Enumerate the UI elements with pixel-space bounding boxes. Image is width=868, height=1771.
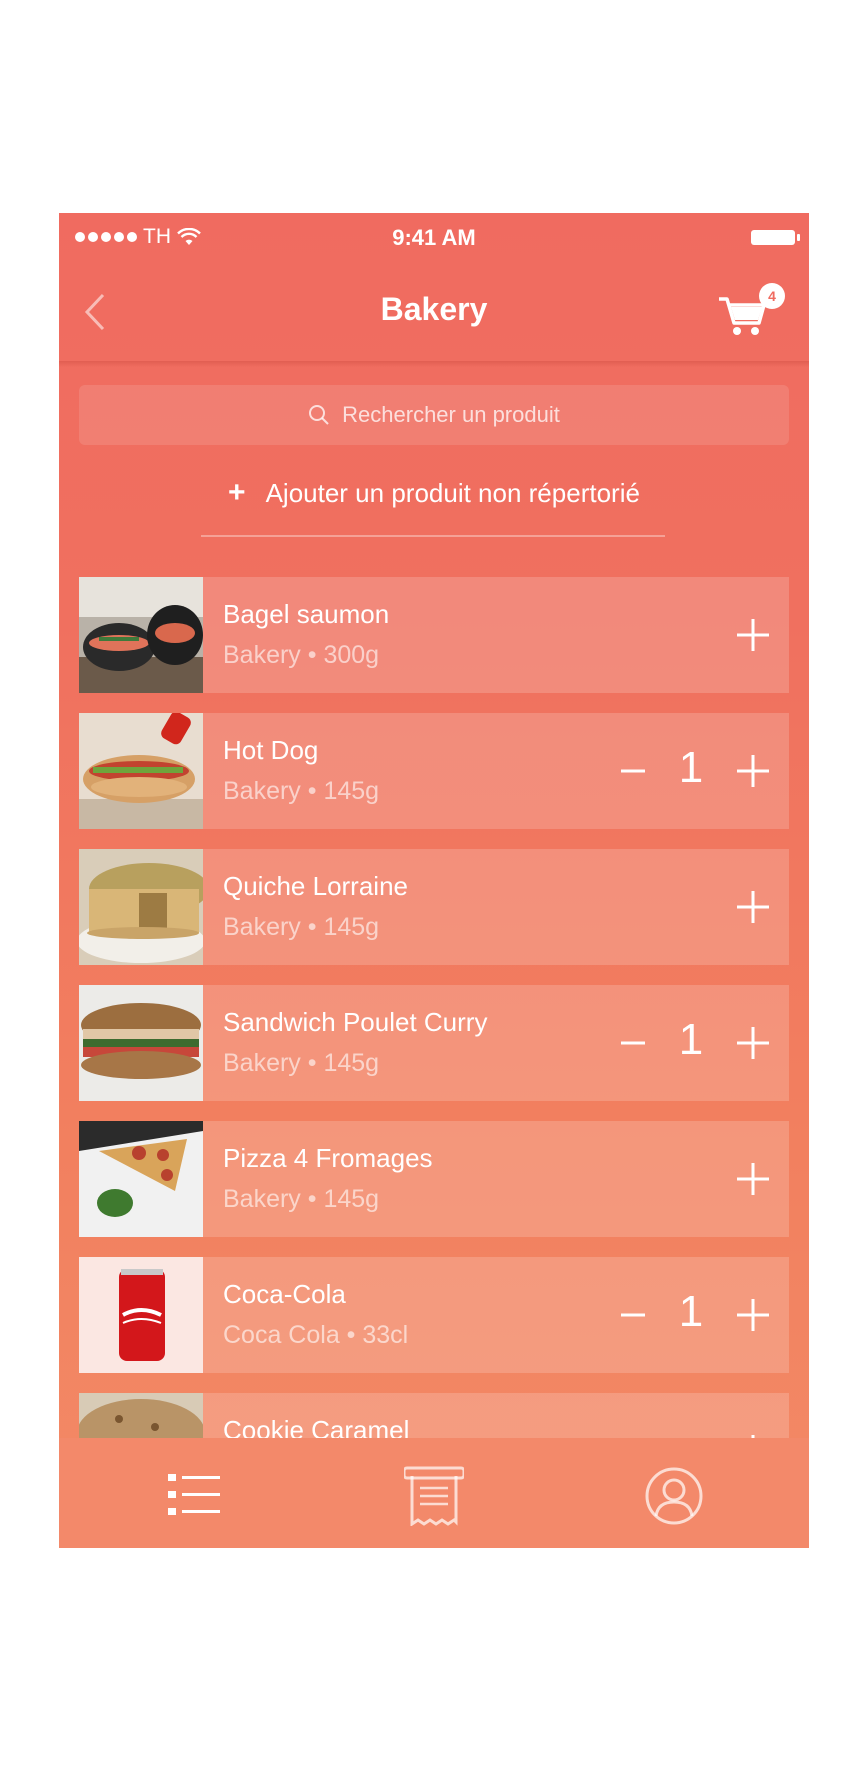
add-unlisted-label: Ajouter un produit non répertorié <box>265 477 640 508</box>
product-name: Hot Dog <box>223 735 319 765</box>
battery-icon <box>751 230 800 245</box>
cart-button[interactable]: 4 <box>717 279 787 343</box>
product-name: Pizza 4 Fromages <box>223 1143 433 1173</box>
product-meta: Bakery • 300g <box>223 641 380 669</box>
navigation-bar: Bakery 4 <box>59 259 809 361</box>
cart-count-badge: 4 <box>759 283 785 309</box>
product-meta: Bakery • 145g <box>223 777 380 805</box>
app-screen: TH 9:41 AM Bakery 4 Rechercher un produi… <box>59 213 809 1548</box>
navbar-shadow <box>59 361 809 367</box>
product-meta: Bakery • 145g <box>223 1049 380 1077</box>
add-quantity-button[interactable] <box>731 1293 775 1337</box>
quantity-value: 1 <box>678 743 704 792</box>
add-quantity-button[interactable] <box>731 885 775 929</box>
add-unlisted-product-link[interactable]: + Ajouter un produit non répertorié <box>59 473 809 513</box>
product-image-hotdog <box>79 713 203 829</box>
remove-quantity-button[interactable] <box>611 1021 655 1065</box>
clock: 9:41 AM <box>392 225 476 250</box>
add-icon: + <box>228 476 246 509</box>
product-image-pizza <box>79 1121 203 1237</box>
product-name: Sandwich Poulet Curry <box>223 1007 488 1037</box>
divider <box>201 535 665 537</box>
product-row[interactable]: Pizza 4 Fromages Bakery • 145g <box>79 1121 789 1237</box>
product-image-sandwich <box>79 985 203 1101</box>
product-meta: Bakery • 145g <box>223 1185 380 1213</box>
add-quantity-button[interactable] <box>731 749 775 793</box>
search-icon <box>309 405 329 425</box>
product-name: Coca-Cola <box>223 1279 346 1309</box>
receipt-icon[interactable] <box>404 1466 464 1526</box>
add-quantity-button[interactable] <box>731 613 775 657</box>
page-title: Bakery <box>380 291 488 327</box>
add-quantity-button[interactable] <box>731 1021 775 1065</box>
search-placeholder: Rechercher un produit <box>342 402 560 427</box>
product-meta: Coca Cola • 33cl <box>223 1321 409 1349</box>
product-image-cola-can <box>79 1257 203 1373</box>
remove-quantity-button[interactable] <box>611 1293 655 1337</box>
status-bar: TH 9:41 AM <box>59 213 809 259</box>
product-name: Bagel saumon <box>223 599 390 629</box>
add-quantity-button[interactable] <box>731 1157 775 1201</box>
product-meta: Bakery • 145g <box>223 913 380 941</box>
product-image-quiche <box>79 849 203 965</box>
product-name: Quiche Lorraine <box>223 871 408 901</box>
product-row[interactable]: Hot Dog Bakery • 145g 1 <box>79 713 789 829</box>
product-row[interactable]: Quiche Lorraine Bakery • 145g <box>79 849 789 965</box>
list-icon[interactable] <box>164 1466 224 1526</box>
quantity-value: 1 <box>678 1287 704 1336</box>
profile-icon[interactable] <box>644 1466 704 1526</box>
product-row[interactable]: Bagel saumon Bakery • 300g <box>79 577 789 693</box>
product-row[interactable]: Coca-Cola Coca Cola • 33cl 1 <box>79 1257 789 1373</box>
tab-bar <box>59 1438 809 1548</box>
quantity-value: 1 <box>678 1015 704 1064</box>
product-image-bagel <box>79 577 203 693</box>
product-row[interactable]: Sandwich Poulet Curry Bakery • 145g 1 <box>79 985 789 1101</box>
remove-quantity-button[interactable] <box>611 749 655 793</box>
search-bar[interactable]: Rechercher un produit <box>79 385 789 445</box>
